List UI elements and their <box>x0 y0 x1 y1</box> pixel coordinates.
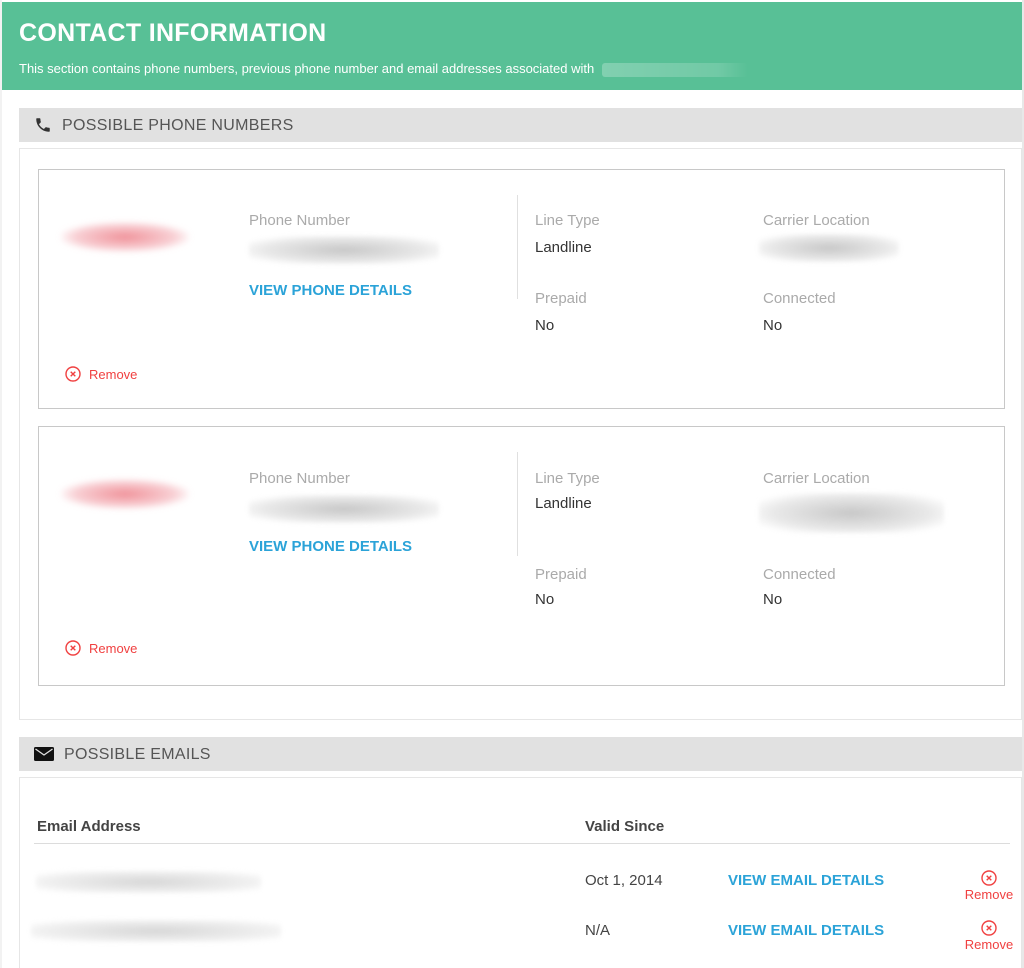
emails-section-header: POSSIBLE EMAILS <box>19 737 1022 771</box>
header-description-text: This section contains phone numbers, pre… <box>19 61 595 76</box>
view-phone-details-link[interactable]: VIEW PHONE DETAILS <box>249 538 412 555</box>
remove-email-button[interactable]: Remove <box>959 920 1019 952</box>
phone-icon <box>36 118 50 132</box>
remove-label: Remove <box>964 887 1014 902</box>
remove-label: Remove <box>89 640 138 656</box>
header-description: This section contains phone numbers, pre… <box>19 61 748 77</box>
carrier-location-redacted <box>759 234 899 262</box>
phones-section-title: POSSIBLE PHONE NUMBERS <box>62 117 294 134</box>
remove-phone-button[interactable]: Remove <box>65 366 137 382</box>
prepaid-label: Prepaid <box>535 290 587 307</box>
phone-number-label: Phone Number <box>249 212 350 229</box>
phone-number-label: Phone Number <box>249 470 350 487</box>
line-type-label: Line Type <box>535 212 600 229</box>
prepaid-label: Prepaid <box>535 566 587 583</box>
valid-since-value: Oct 1, 2014 <box>585 872 663 889</box>
remove-circle-x-icon <box>981 870 997 886</box>
envelope-icon <box>34 747 54 761</box>
line-type-value: Landline <box>535 495 592 512</box>
card-divider <box>517 195 518 299</box>
card-divider <box>517 452 518 556</box>
phone-number-redacted <box>249 495 439 523</box>
remove-circle-x-icon <box>65 640 81 656</box>
line-type-label: Line Type <box>535 470 600 487</box>
valid-since-value: N/A <box>585 922 611 939</box>
phone-card: Phone Number VIEW PHONE DETAILS Line Typ… <box>38 426 1005 686</box>
carrier-location-label: Carrier Location <box>763 212 870 229</box>
carrier-location-redacted <box>759 493 944 533</box>
carrier-location-label: Carrier Location <box>763 470 870 487</box>
prepaid-value: No <box>535 591 555 608</box>
carrier-logo-redacted <box>61 479 189 509</box>
carrier-logo-redacted <box>61 222 189 252</box>
redacted-subject-name <box>601 62 748 77</box>
table-header-divider <box>34 843 1010 844</box>
email-address-redacted <box>36 871 261 893</box>
connected-label: Connected <box>763 566 836 583</box>
email-address-redacted <box>31 920 281 942</box>
page-left-border <box>0 0 2 968</box>
remove-label: Remove <box>89 366 138 382</box>
column-header-valid-since: Valid Since <box>585 818 665 835</box>
remove-circle-x-icon <box>981 920 997 936</box>
page-title: CONTACT INFORMATION <box>19 19 327 47</box>
line-type-value: Landline <box>535 239 592 256</box>
emails-section-body: Email Address Valid Since Oct 1, 2014 VI… <box>19 777 1022 968</box>
column-header-email: Email Address <box>37 818 141 835</box>
phones-section-body: Phone Number VIEW PHONE DETAILS Line Typ… <box>19 148 1022 720</box>
view-email-details-link[interactable]: VIEW EMAIL DETAILS <box>728 872 884 889</box>
phones-section-header: POSSIBLE PHONE NUMBERS <box>19 108 1022 142</box>
view-email-details-link[interactable]: VIEW EMAIL DETAILS <box>728 922 884 939</box>
phone-card: Phone Number VIEW PHONE DETAILS Line Typ… <box>38 169 1005 409</box>
connected-value: No <box>763 591 783 608</box>
phone-number-redacted <box>249 236 439 264</box>
remove-label: Remove <box>964 937 1014 952</box>
remove-email-button[interactable]: Remove <box>959 870 1019 902</box>
remove-circle-x-icon <box>65 366 81 382</box>
remove-phone-button[interactable]: Remove <box>65 640 137 656</box>
view-phone-details-link[interactable]: VIEW PHONE DETAILS <box>249 282 412 299</box>
connected-value: No <box>763 317 783 334</box>
connected-label: Connected <box>763 290 836 307</box>
contact-info-header: CONTACT INFORMATION This section contain… <box>2 2 1022 90</box>
prepaid-value: No <box>535 317 555 334</box>
emails-section-title: POSSIBLE EMAILS <box>64 746 211 763</box>
